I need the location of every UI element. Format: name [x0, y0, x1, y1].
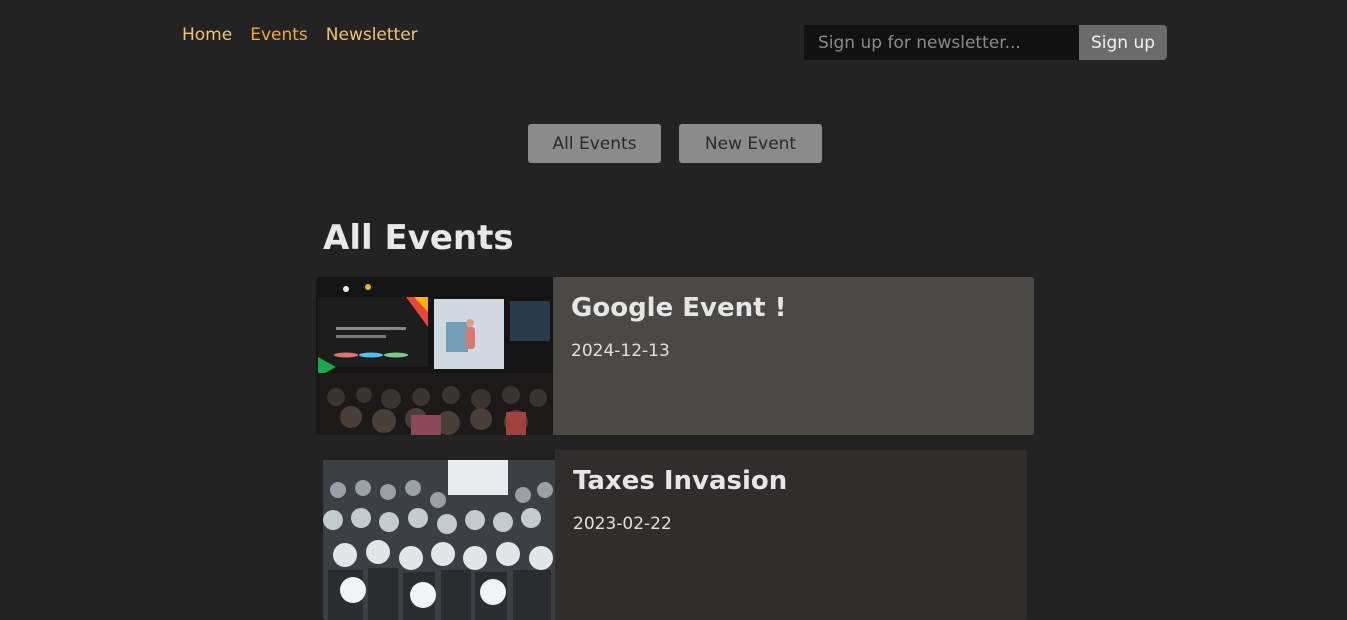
event-thumbnail	[316, 277, 553, 435]
event-card[interactable]: Taxes Invasion 2023-02-22	[323, 450, 1027, 620]
new-event-button[interactable]: New Event	[679, 124, 822, 163]
event-date: 2024-12-13	[571, 341, 670, 361]
event-title[interactable]: Google Event !	[571, 293, 786, 323]
event-card[interactable]: Google Event ! 2024-12-13	[316, 277, 1034, 435]
event-actions: All Events New Event	[528, 124, 822, 163]
main-nav: Home Events Newsletter	[182, 25, 418, 45]
event-thumbnail	[323, 450, 555, 620]
event-date: 2023-02-22	[573, 514, 672, 534]
nav-link-events[interactable]: Events	[250, 25, 308, 45]
conference-stage-image	[316, 277, 553, 435]
event-title[interactable]: Taxes Invasion	[573, 466, 787, 496]
audience-image	[323, 450, 555, 620]
event-card-body: Google Event ! 2024-12-13	[553, 277, 804, 435]
page-title: All Events	[323, 218, 514, 258]
newsletter-signup-form: Sign up	[804, 25, 1167, 60]
newsletter-email-input[interactable]	[804, 25, 1079, 60]
all-events-button[interactable]: All Events	[528, 124, 661, 163]
event-card-body: Taxes Invasion 2023-02-22	[555, 450, 805, 620]
sign-up-button[interactable]: Sign up	[1079, 25, 1167, 60]
nav-link-home[interactable]: Home	[182, 25, 232, 45]
nav-link-newsletter[interactable]: Newsletter	[326, 25, 418, 45]
